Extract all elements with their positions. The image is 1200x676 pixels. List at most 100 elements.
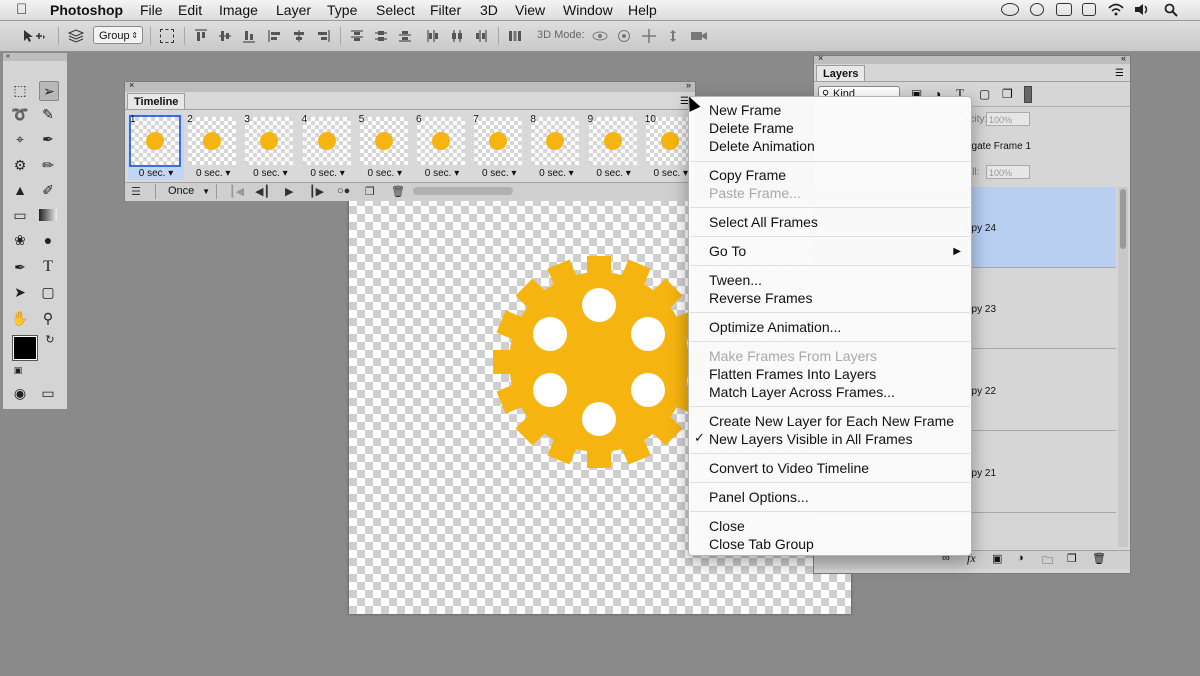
eyedropper-tool-icon[interactable]: ✒ [39, 130, 57, 148]
frame-delay-dropdown[interactable]: 0 sec. ▾ [185, 168, 241, 179]
close-icon[interactable]: × [818, 53, 823, 63]
distribute-hcenter-icon[interactable] [450, 29, 464, 43]
next-frame-icon[interactable]: ┃▶ [309, 185, 324, 198]
apple-icon[interactable]:  [16, 1, 27, 18]
animation-frame[interactable]: 5 0 sec. ▾ [357, 114, 413, 180]
frame-delay-dropdown[interactable]: 0 sec. ▾ [357, 168, 413, 179]
layers-stack-icon[interactable] [67, 29, 85, 43]
marquee-tool-icon[interactable]: ⬚ [11, 81, 29, 99]
menu-layer[interactable]: Layer [276, 2, 311, 18]
animation-frame[interactable]: 3 0 sec. ▾ [242, 114, 298, 180]
menu-item-delete-animation[interactable]: Delete Animation [709, 137, 815, 155]
timeline-scrollbar[interactable] [413, 187, 513, 195]
display-icon[interactable] [1056, 3, 1072, 16]
previous-frame-icon[interactable]: ◀┃ [255, 185, 270, 198]
frame-delay-dropdown[interactable]: 0 sec. ▾ [300, 168, 356, 179]
3d-roll-icon[interactable] [617, 29, 631, 43]
dodge-tool-icon[interactable]: ● [39, 231, 57, 249]
collapse-icon[interactable]: » [686, 80, 691, 90]
path-selection-tool-icon[interactable]: ➤ [11, 283, 29, 301]
align-bottom-icon[interactable] [242, 29, 256, 43]
duplicate-frame-icon[interactable]: ❐ [365, 185, 375, 198]
3d-pan-icon[interactable] [642, 29, 656, 43]
collapse-icon[interactable]: « [1121, 53, 1126, 63]
first-frame-icon[interactable]: ┃◀ [229, 185, 244, 198]
frame-delay-dropdown[interactable]: 0 sec. ▾ [528, 168, 584, 179]
scroll-thumb[interactable] [1120, 189, 1126, 249]
new-group-icon[interactable]: 🗀 [1042, 552, 1053, 571]
type-tool-icon[interactable]: T [39, 258, 57, 276]
opacity-field[interactable]: 100% [986, 112, 1030, 126]
convert-to-video-icon[interactable]: ☰ [131, 185, 141, 198]
animation-frame[interactable]: 4 0 sec. ▾ [300, 114, 356, 180]
panel-menu-icon[interactable]: ☰ [1115, 68, 1124, 79]
menu-item-flatten-frames[interactable]: Flatten Frames Into Layers [709, 365, 876, 383]
layers-scrollbar[interactable] [1118, 187, 1128, 547]
tween-icon[interactable]: ○● [337, 185, 350, 197]
menu-item-panel-options[interactable]: Panel Options... [709, 488, 809, 506]
distribute-left-icon[interactable] [426, 29, 440, 43]
animation-frame[interactable]: 8 0 sec. ▾ [528, 114, 584, 180]
distribute-top-icon[interactable] [350, 29, 364, 43]
shape-filter-icon[interactable]: ▢ [979, 87, 990, 101]
animation-frame[interactable]: 7 0 sec. ▾ [471, 114, 527, 180]
frame-delay-dropdown[interactable]: 0 sec. ▾ [242, 168, 298, 179]
align-hcenter-icon[interactable] [292, 29, 306, 43]
healing-brush-tool-icon[interactable]: ⚙ [11, 156, 29, 174]
menu-item-convert-video[interactable]: Convert to Video Timeline [709, 459, 869, 477]
tab-layers[interactable]: Layers [816, 65, 866, 82]
smart-object-filter-icon[interactable]: ❐ [1002, 87, 1013, 101]
delete-layer-icon[interactable]: 🗑 [1092, 552, 1106, 565]
default-colors-icon[interactable]: ▣ [9, 361, 27, 379]
layer-mask-icon[interactable]: ▣ [992, 552, 1002, 565]
menu-item-tween[interactable]: Tween... [709, 271, 762, 289]
animation-frame[interactable]: 2 0 sec. ▾ [185, 114, 241, 180]
menu-item-close[interactable]: Close [709, 517, 745, 535]
align-top-icon[interactable] [194, 29, 208, 43]
menu-item-create-new-layer[interactable]: Create New Layer for Each New Frame [709, 412, 954, 430]
brush-tool-icon[interactable]: ✏ [39, 156, 57, 174]
fill-field[interactable]: 100% [986, 165, 1030, 179]
auto-select-dropdown[interactable]: Group ⇕ [93, 26, 143, 44]
move-tool-icon[interactable]: ➢ [39, 81, 59, 101]
volume-icon[interactable] [1134, 3, 1148, 16]
play-icon[interactable]: ▶ [285, 185, 293, 198]
menu-item-match-layer[interactable]: Match Layer Across Frames... [709, 383, 895, 401]
zoom-tool-icon[interactable]: ⚲ [39, 309, 57, 327]
align-right-icon[interactable] [316, 29, 330, 43]
frame-delay-dropdown[interactable]: 0 sec. ▾ [414, 168, 470, 179]
wifi-icon[interactable] [1108, 3, 1124, 16]
animation-frame[interactable]: 9 0 sec. ▾ [586, 114, 642, 180]
layers-panel-header[interactable]: × « [814, 53, 1130, 64]
align-vcenter-icon[interactable] [218, 29, 232, 43]
frame-delay-dropdown[interactable]: 0 sec. ▾ [586, 168, 642, 179]
distribute-bottom-icon[interactable] [398, 29, 412, 43]
3d-camera-icon[interactable] [690, 29, 708, 43]
3d-slide-icon[interactable] [666, 29, 680, 43]
menu-edit[interactable]: Edit [178, 2, 202, 18]
clone-stamp-tool-icon[interactable]: ▲ [11, 181, 29, 199]
menu-item-new-layers-visible[interactable]: New Layers Visible in All Frames [709, 430, 913, 448]
menu-app-name[interactable]: Photoshop [50, 2, 123, 18]
menu-image[interactable]: Image [219, 2, 258, 18]
auto-align-icon[interactable] [508, 29, 522, 43]
distribute-vcenter-icon[interactable] [374, 29, 388, 43]
menu-window[interactable]: Window [563, 2, 613, 18]
clock-icon[interactable] [1030, 3, 1044, 16]
3d-orbit-icon[interactable] [592, 29, 608, 43]
animation-frame[interactable]: 6 0 sec. ▾ [414, 114, 470, 180]
new-layer-icon[interactable]: ❐ [1067, 552, 1077, 565]
menu-item-optimize-animation[interactable]: Optimize Animation... [709, 318, 841, 336]
eraser-tool-icon[interactable]: ▭ [11, 206, 29, 224]
distribute-right-icon[interactable] [474, 29, 488, 43]
quick-mask-icon[interactable]: ◉ [11, 384, 29, 402]
tab-timeline[interactable]: Timeline [127, 93, 186, 110]
crop-tool-icon[interactable]: ⌖ [11, 130, 29, 148]
menu-3d[interactable]: 3D [480, 2, 498, 18]
menu-view[interactable]: View [515, 2, 545, 18]
transform-controls-icon[interactable] [160, 29, 174, 43]
screen-mode-icon[interactable]: ▭ [39, 384, 57, 402]
menu-item-reverse-frames[interactable]: Reverse Frames [709, 289, 812, 307]
foreground-color-swatch[interactable] [12, 335, 38, 361]
animation-frame[interactable]: 1 0 sec. ▾ [128, 114, 184, 180]
